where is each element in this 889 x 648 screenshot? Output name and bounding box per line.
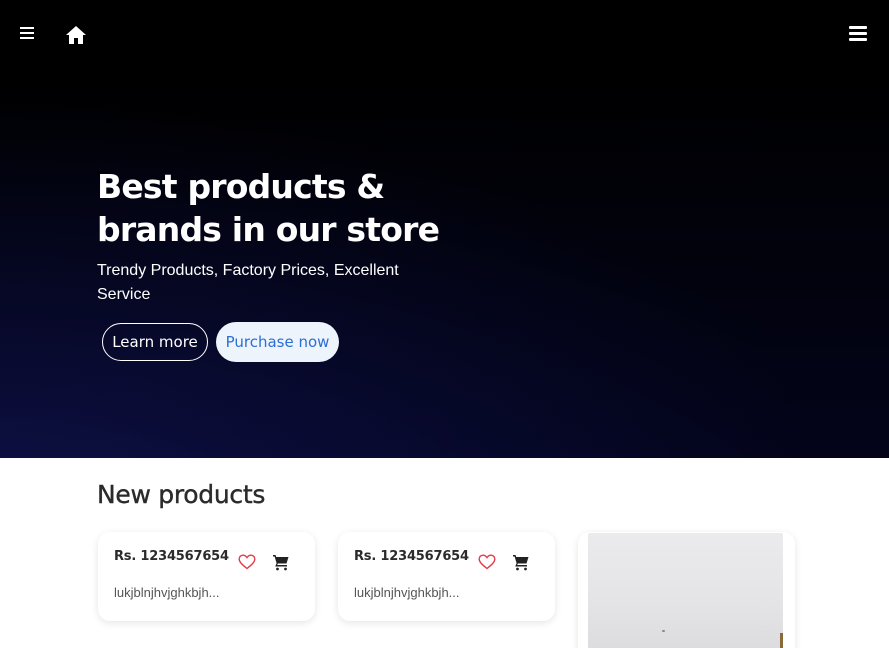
home-icon[interactable] <box>65 24 87 46</box>
hero-title: Best products & brands in our store <box>97 165 457 251</box>
product-card[interactable]: Rs. 1234567654 lukjblnjhvjghkbjh... <box>98 532 315 621</box>
hero-subtitle: Trendy Products, Factory Prices, Excelle… <box>97 262 399 303</box>
learn-more-button[interactable]: Learn more <box>102 323 208 361</box>
hero-title-line-2: brands in our store <box>97 210 440 249</box>
product-description: lukjblnjhvjghkbjh... <box>354 585 460 600</box>
heart-icon[interactable] <box>238 554 256 570</box>
cart-icon[interactable] <box>512 553 530 571</box>
cart-icon[interactable] <box>272 553 290 571</box>
product-description: lukjblnjhvjghkbjh... <box>114 585 220 600</box>
product-price: Rs. 1234567654 <box>114 549 229 564</box>
heart-icon[interactable] <box>478 554 496 570</box>
product-image-card[interactable] <box>578 532 795 648</box>
product-image <box>588 533 783 648</box>
top-navbar <box>0 0 889 68</box>
product-price: Rs. 1234567654 <box>354 549 469 564</box>
hero-title-line-1: Best products & <box>97 167 385 206</box>
product-card[interactable]: Rs. 1234567654 lukjblnjhvjghkbjh... <box>338 532 555 621</box>
section-title: New products <box>97 480 266 509</box>
hamburger-icon[interactable] <box>20 27 34 39</box>
purchase-now-button[interactable]: Purchase now <box>216 322 339 362</box>
menu-bars-icon[interactable] <box>849 26 867 42</box>
